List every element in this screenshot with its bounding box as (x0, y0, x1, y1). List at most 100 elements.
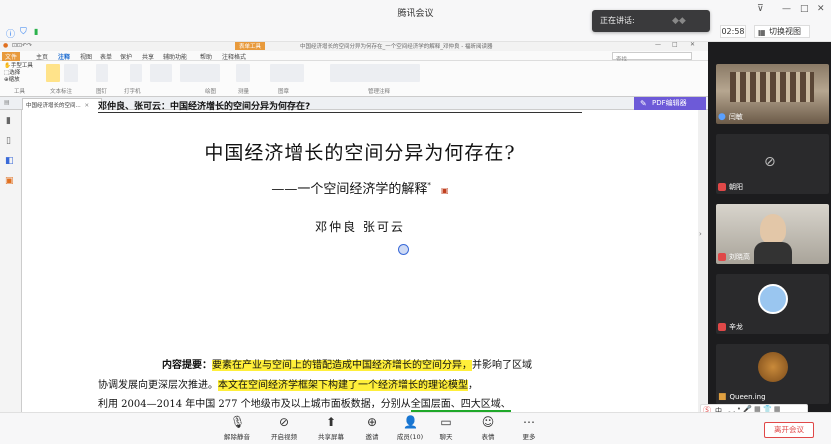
pdf-editor-label: PDF编辑器 (652, 99, 687, 107)
pdf-editor-button[interactable]: ✎ PDF编辑器 (634, 97, 706, 110)
ribbon-tab-share[interactable]: 共享 (142, 52, 154, 61)
participant-tile-4[interactable]: 辛龙 (716, 274, 829, 334)
pointer-cursor (398, 244, 409, 255)
leave-meeting-button[interactable]: 离开会议 (764, 422, 814, 438)
ribbon-tab-comment-format[interactable]: 注释格式 (222, 52, 246, 61)
pdf-scrollbar[interactable]: › (698, 110, 708, 412)
invite-icon: ⊕ (366, 415, 378, 429)
participant-avatar (758, 284, 788, 314)
maximize-icon[interactable]: □ (800, 4, 809, 14)
pin-note-icon[interactable] (96, 64, 108, 82)
comments-icon[interactable]: ▣ (5, 176, 14, 186)
paper-authors: 邓仲良 张可云 (315, 220, 405, 234)
participant-2-label: 朝阳 (729, 183, 743, 191)
layers-icon[interactable]: ◧ (5, 156, 14, 166)
chat-label: 聊天 (439, 433, 453, 441)
unmute-label: 解除静音 (224, 433, 250, 441)
pdf-search-input[interactable]: 查找 (612, 52, 692, 63)
ribbon-tab-home[interactable]: 主页 (36, 52, 48, 61)
underline-tool-icon[interactable] (64, 64, 78, 82)
abstract-line-1: 内容提要：要素在产业与空间上的错配造成中国经济增长的空间分异，并影响了区域 (162, 356, 532, 371)
context-tab-label[interactable]: 表单工具 (235, 42, 266, 50)
unmute-button[interactable]: 🎙 解除静音 (215, 413, 259, 444)
participant-name-5: ■ Queen.ing (718, 392, 766, 402)
ribbon-tab-accessibility[interactable]: 辅助功能 (163, 52, 187, 61)
pdf-window-title: 中国经济增长的空间分异为何存在_一个空间经济学的解释_邓仲良 - 福昕阅读器 (300, 44, 493, 50)
callout-icon[interactable] (150, 64, 172, 82)
note-marker-icon[interactable]: ▣ (441, 186, 449, 195)
highlight-1[interactable]: 要素在产业与空间上的错配造成中国经济增长的空间分异， (212, 360, 472, 371)
stamp-icon[interactable] (270, 64, 304, 82)
more-icon: ⋯ (523, 415, 535, 429)
info-icon[interactable]: ⓘ (6, 27, 15, 40)
pin-icon[interactable]: ⊽ (757, 4, 764, 14)
tab-close-icon[interactable]: ✕ (85, 103, 90, 109)
start-video-button[interactable]: ⊘ 开启视频 (262, 413, 306, 444)
reactions-button[interactable]: ☺ 表情 (466, 413, 510, 444)
abstract-label: 内容提要： (162, 360, 212, 371)
close-icon[interactable]: ✕ (817, 4, 825, 14)
tools-group: ✋手型工具 ⬚选择 ⊕缩放 (4, 63, 33, 84)
chat-button[interactable]: ▭ 聊天 (424, 413, 468, 444)
ribbon-tab-comment[interactable]: 注释 (58, 52, 70, 61)
pdf-maximize-icon[interactable]: □ (672, 42, 678, 48)
ribbon-toolbar: ✋手型工具 ⬚选择 ⊕缩放 工具 文本标注 图钉 打字机 绘图 测量 图章 管理… (0, 61, 708, 97)
meeting-timer: 02:58 (720, 25, 746, 38)
manage-comments-icon[interactable] (330, 64, 420, 82)
highlight-2[interactable]: 本文在空间经济学框架下构建了一个经济增长的理论模型 (218, 380, 468, 391)
zoom-tool-button[interactable]: ⊕缩放 (4, 77, 33, 84)
ribbon-tab-help[interactable]: 帮助 (200, 52, 212, 61)
edit-pen-icon: ✎ (640, 99, 647, 108)
shapes-icon[interactable] (180, 64, 220, 82)
participant-tile-2[interactable]: ⊘ 朝阳 (716, 134, 829, 194)
mic-off-icon: 🎙 (230, 415, 246, 429)
pdf-close-icon[interactable]: ✕ (690, 42, 695, 48)
paper-subtitle-text: ——一个空间经济学的解释 (271, 182, 428, 197)
participant-name-3: 刘晓高 (718, 252, 750, 262)
select-tool-label: 选择 (9, 70, 21, 76)
ribbon-tab-protect[interactable]: 保护 (120, 52, 132, 61)
running-head: 邓仲良、张可云：中国经济增长的空间分异为何存在? (98, 102, 311, 112)
underline-1[interactable]: 全国层面、四大区域、 (410, 399, 511, 412)
participant-4-label: 辛龙 (729, 323, 743, 331)
waveform-icon: ◆◆ (672, 16, 686, 26)
camera-off-icon: ⊘ (764, 154, 776, 170)
ribbon-tabs: 文件 主页 注释 视图 表单 保护 共享 辅助功能 帮助 注释格式 查找 (0, 51, 708, 63)
abstract-line-3-pre: 利用 2004—2014 年中国 277 个地级市及以上城市面板数据，分别从 (98, 399, 411, 410)
ribbon-tab-view[interactable]: 视图 (80, 52, 92, 61)
measure-icon[interactable] (236, 64, 250, 82)
hand-tool-button[interactable]: ✋手型工具 (4, 63, 33, 70)
share-screen-button[interactable]: ⬆ 共享屏幕 (309, 413, 353, 444)
reactions-label: 表情 (481, 433, 495, 441)
select-tool-button[interactable]: ⬚选择 (4, 70, 33, 77)
collapse-arrow-icon[interactable]: › (699, 230, 702, 238)
abstract-line-2-pre: 协调发展向更深层次推进。 (98, 380, 218, 391)
participant-tile-3[interactable]: 刘晓高 (716, 204, 829, 264)
share-screen-label: 共享屏幕 (318, 433, 344, 441)
minimize-icon[interactable]: — (782, 4, 791, 14)
paper-title: 中国经济增长的空间分异为何存在? (204, 142, 516, 164)
participant-tile-1[interactable]: ● 闫敏 (716, 64, 829, 124)
participant-name-4: 辛龙 (718, 322, 743, 332)
typewriter-icon[interactable] (130, 64, 142, 82)
more-button[interactable]: ⋯ 更多 (507, 413, 551, 444)
tab-list-icon[interactable]: ▤ (4, 99, 10, 106)
abstract-line-3: 利用 2004—2014 年中国 277 个地级市及以上城市面板数据，分别从全国… (98, 395, 511, 412)
switch-view-button[interactable]: ▦ 切换视图 (754, 25, 810, 38)
hand-tool-label: 手型工具 (10, 63, 33, 69)
share-screen-icon: ⬆ (325, 415, 337, 429)
abstract-line-1-rest: 并影响了区域 (472, 360, 532, 371)
pdf-minimize-icon[interactable]: — (655, 42, 661, 48)
shield-icon[interactable]: ⛉ (20, 27, 27, 37)
highlight-tool-icon[interactable] (46, 64, 60, 82)
document-tab[interactable]: 中国经济增长的空间... ✕ (22, 98, 102, 110)
pages-icon[interactable]: ▯ (6, 136, 11, 146)
group-drawing-label: 绘图 (205, 89, 217, 95)
ribbon-tab-form[interactable]: 表单 (100, 52, 112, 61)
participant-tile-5[interactable]: ■ Queen.ing (716, 344, 829, 404)
ribbon-tab-file[interactable]: 文件 (2, 52, 21, 61)
bookmark-icon[interactable]: ▮ (6, 116, 11, 126)
zoom-tool-label: 缩放 (8, 77, 20, 83)
avatar-small-icon: ■ (718, 392, 727, 402)
quick-access-icon[interactable]: ⊡⊡↶↷ (12, 42, 32, 49)
